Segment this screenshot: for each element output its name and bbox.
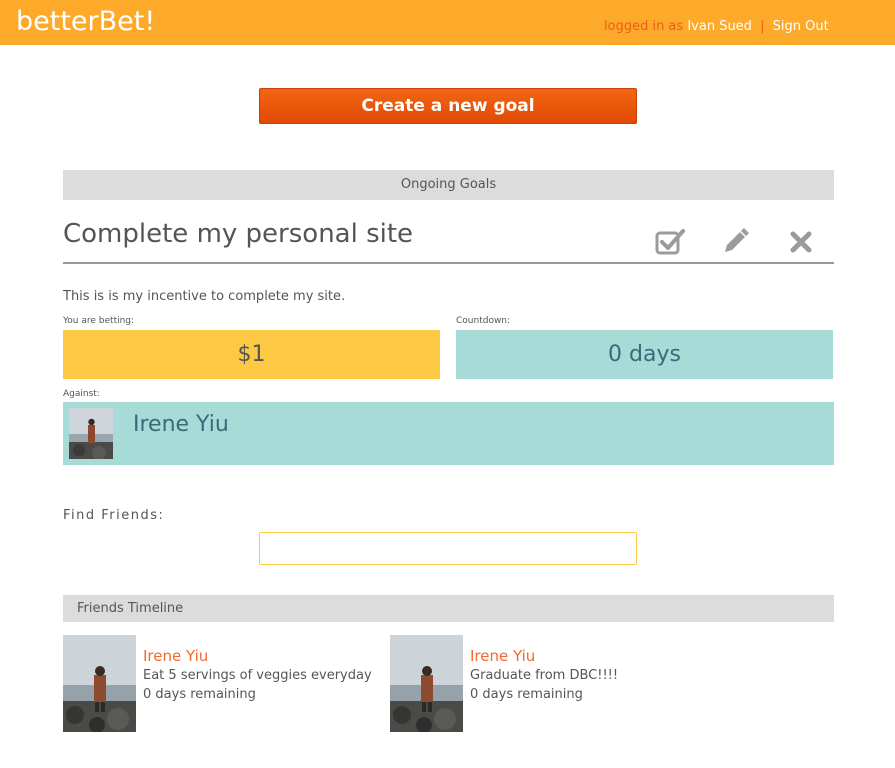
bet-amount: $1 — [63, 330, 440, 379]
opponent-avatar — [69, 408, 113, 460]
auth-status: logged in as Ivan Sued | Sign Out — [604, 19, 829, 34]
user-name-link[interactable]: Ivan Sued — [687, 19, 752, 34]
days-remaining: 0 days remaining — [143, 687, 256, 702]
pencil-icon[interactable] — [721, 228, 751, 256]
countdown-label: Countdown: — [456, 316, 511, 326]
friend-photo — [390, 635, 463, 733]
opponent-name[interactable]: Irene Yiu — [133, 412, 229, 437]
find-friends-label: Find Friends: — [63, 508, 165, 523]
friend-name[interactable]: Irene Yiu — [470, 647, 535, 665]
against-label: Against: — [63, 389, 100, 399]
betting-label: You are betting: — [63, 316, 135, 326]
goal-divider — [63, 262, 834, 264]
friend-goal: Eat 5 servings of veggies everyday — [143, 668, 372, 683]
logged-in-label: logged in as — [604, 19, 684, 34]
friends-timeline-header: Friends Timeline — [63, 595, 834, 622]
friend-name[interactable]: Irene Yiu — [143, 647, 208, 665]
goal-incentive: This is is my incentive to complete my s… — [63, 289, 346, 304]
timeline-item: Irene Yiu Graduate from DBC!!!! 0 days r… — [390, 635, 650, 733]
create-goal-button[interactable]: Create a new goal — [259, 88, 637, 124]
check-icon[interactable] — [655, 228, 685, 256]
countdown-value: 0 days — [456, 330, 833, 379]
against-box: Irene Yiu — [63, 402, 834, 465]
top-navbar: betterBet! logged in as Ivan Sued | Sign… — [0, 0, 895, 45]
auth-separator: | — [760, 19, 765, 34]
timeline-item: Irene Yiu Eat 5 servings of veggies ever… — [63, 635, 372, 733]
friend-photo — [63, 635, 136, 733]
brand-logo[interactable]: betterBet! — [16, 6, 155, 37]
ongoing-goals-header: Ongoing Goals — [63, 170, 834, 200]
find-friends-input[interactable] — [259, 532, 637, 565]
friend-goal: Graduate from DBC!!!! — [470, 668, 619, 683]
goal-title: Complete my personal site — [63, 219, 414, 249]
sign-out-link[interactable]: Sign Out — [773, 19, 829, 34]
close-icon[interactable] — [786, 228, 816, 256]
days-remaining: 0 days remaining — [470, 687, 583, 702]
